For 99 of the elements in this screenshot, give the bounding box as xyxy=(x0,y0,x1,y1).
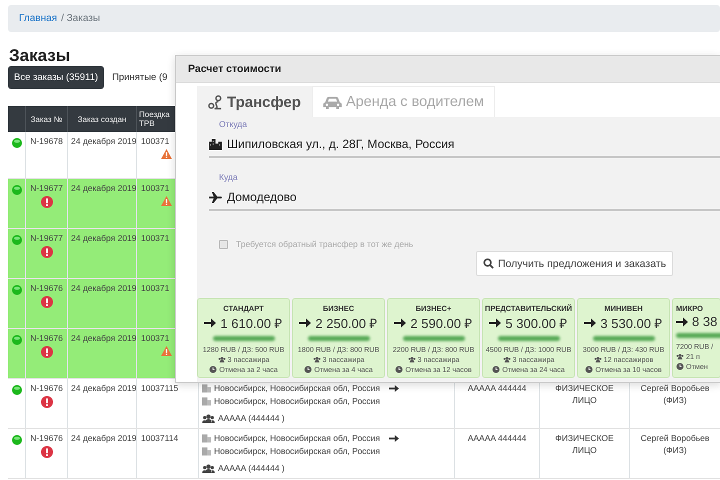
passenger-name: AAAAA (444444 ) xyxy=(218,413,285,423)
filter-tab[interactable]: Принятые (9 xyxy=(106,66,174,89)
service-tab[interactable]: Трансфер xyxy=(197,86,312,117)
blurred-text-drawing xyxy=(676,333,720,338)
plane-icon xyxy=(209,192,222,202)
document-number: AAAAA 444444 xyxy=(468,383,526,393)
people-icon xyxy=(218,356,226,363)
order-number: N-19677 xyxy=(30,183,63,193)
route-origin: Новосибирск, Новосибирская обл, Россия xyxy=(214,433,380,443)
building-icon xyxy=(202,396,211,406)
clock-icon xyxy=(492,366,500,373)
dialog-title: Расчет стоимости xyxy=(188,63,282,75)
offer-price: 1 610.00 ₽ xyxy=(220,315,283,332)
blurred-text-drawing xyxy=(498,336,560,341)
offer-price: 2 590.00 ₽ xyxy=(410,315,473,332)
status-dot-icon xyxy=(12,385,22,395)
order-number: N-19676 xyxy=(30,383,63,393)
filter-tab[interactable]: Все заказы (35911) xyxy=(8,66,104,89)
people-icon xyxy=(676,353,684,360)
address-field[interactable]: Домодедово xyxy=(209,182,720,211)
offer-price: 8 38 xyxy=(692,314,718,329)
order-date: 24 декабря 2019 xyxy=(71,233,137,243)
arrow-right-icon xyxy=(584,318,596,328)
clock-icon xyxy=(209,366,218,373)
arrow-right-icon xyxy=(389,384,400,392)
status-dot-icon xyxy=(12,138,22,148)
clock-icon xyxy=(395,366,404,373)
table-row[interactable]: N-19676 24 декабря 2019 10037114 Новосибирск, Новосибирская обл, Россия Новосибирск, Новосибирская обл, Россия AAAAA (444444 ) AAAAA 444444 ФИЗИЧЕСКОЕ ЛИЦО Сергей Воробьев (ФИЗ) xyxy=(8,429,720,479)
arrow-right-icon xyxy=(299,318,312,328)
car-icon xyxy=(322,96,342,108)
people-icon xyxy=(202,464,215,472)
blurred-text-drawing xyxy=(308,336,370,341)
address-field[interactable]: Шипиловская ул., д. 28Г, Москва, Россия xyxy=(209,129,720,158)
client-name: Сергей Воробьев (ФИЗ) xyxy=(640,383,710,407)
people-icon xyxy=(312,356,321,363)
order-number: N-19678 xyxy=(30,136,63,146)
people-icon xyxy=(202,414,215,422)
blurred-text-drawing xyxy=(402,336,464,341)
search-icon xyxy=(483,258,494,269)
customer-type: ФИЗИЧЕСКОЕ ЛИЦО xyxy=(554,433,615,457)
trip-number: 100371 xyxy=(141,233,170,243)
client-name: Сергей Воробьев (ФИЗ) xyxy=(640,433,710,457)
offer-price: 5 300.00 ₽ xyxy=(505,315,568,332)
status-dot-icon xyxy=(12,435,22,445)
breadcrumb-link[interactable]: Главная xyxy=(19,13,58,24)
arrow-right-icon xyxy=(389,434,400,442)
return-trip-checkbox[interactable] xyxy=(219,240,228,248)
status-dot-icon xyxy=(12,335,22,345)
order-number: N-19676 xyxy=(30,333,63,343)
order-number: N-19676 xyxy=(30,433,63,443)
route-origin: Новосибирск, Новосибирская обл, Россия xyxy=(214,383,380,393)
building-icon xyxy=(202,383,211,393)
passenger-name: AAAAA (444444 ) xyxy=(218,463,285,473)
order-number: N-19677 xyxy=(30,233,63,243)
order-date: 24 декабря 2019 xyxy=(71,383,137,393)
offer-price: 3 530.00 ₽ xyxy=(600,315,663,332)
customer-type: ФИЗИЧЕСКОЕ ЛИЦО xyxy=(554,383,615,407)
trip-number: 100371 xyxy=(141,333,170,343)
breadcrumb-current: / Заказы xyxy=(61,13,100,24)
people-icon xyxy=(502,356,511,363)
route-destination: Новосибирск, Новосибирская обл, Россия xyxy=(214,396,380,406)
trip-number: 100371 xyxy=(141,136,170,146)
page-heading: Заказы xyxy=(9,46,72,67)
order-date: 24 декабря 2019 xyxy=(71,183,137,193)
field-label: Куда xyxy=(219,172,238,182)
route-destination: Новосибирск, Новосибирская обл, Россия xyxy=(214,446,380,456)
trip-number: 100371 xyxy=(141,283,170,293)
buildings-icon xyxy=(209,138,222,150)
blurred-text-drawing xyxy=(592,336,654,341)
document-number: AAAAA 444444 xyxy=(468,433,526,443)
building-icon xyxy=(202,446,211,456)
blurred-text-drawing xyxy=(212,336,274,341)
trip-number: 100371 xyxy=(141,183,170,193)
arrow-right-icon xyxy=(489,318,502,328)
get-offers-button[interactable]: Получить предложения и заказать xyxy=(476,251,674,276)
clock-icon xyxy=(304,366,312,373)
status-dot-icon xyxy=(12,285,22,295)
offer-price: 2 250.00 ₽ xyxy=(315,315,378,332)
clock-icon xyxy=(585,366,594,373)
building-icon xyxy=(202,433,211,443)
order-date: 24 декабря 2019 xyxy=(71,283,137,293)
status-dot-icon xyxy=(12,185,22,195)
arrow-right-icon xyxy=(394,318,406,328)
order-date: 24 декабря 2019 xyxy=(71,433,137,443)
checkbox-label: Требуется обратный трансфер в тот же день xyxy=(236,239,414,249)
order-date: 24 декабря 2019 xyxy=(71,136,137,146)
trip-number: 10037115 xyxy=(141,383,178,393)
arrow-right-icon xyxy=(676,316,688,326)
route-icon xyxy=(208,94,223,110)
status-dot-icon xyxy=(12,235,22,245)
order-date: 24 декабря 2019 xyxy=(71,333,137,343)
people-icon xyxy=(594,356,602,363)
trip-number: 10037114 xyxy=(141,433,178,443)
table-row[interactable]: N-19676 24 декабря 2019 10037115 Новосибирск, Новосибирская обл, Россия Новосибирск, Новосибирская обл, Россия AAAAA (444444 ) AAAAA 444444 ФИЗИЧЕСКОЕ ЛИЦО Сергей Воробьев (ФИЗ) xyxy=(8,379,720,429)
field-label: Откуда xyxy=(219,119,247,129)
arrow-right-icon xyxy=(204,318,216,328)
people-icon xyxy=(408,356,416,363)
order-number: N-19676 xyxy=(30,283,63,293)
clock-icon xyxy=(676,363,684,370)
